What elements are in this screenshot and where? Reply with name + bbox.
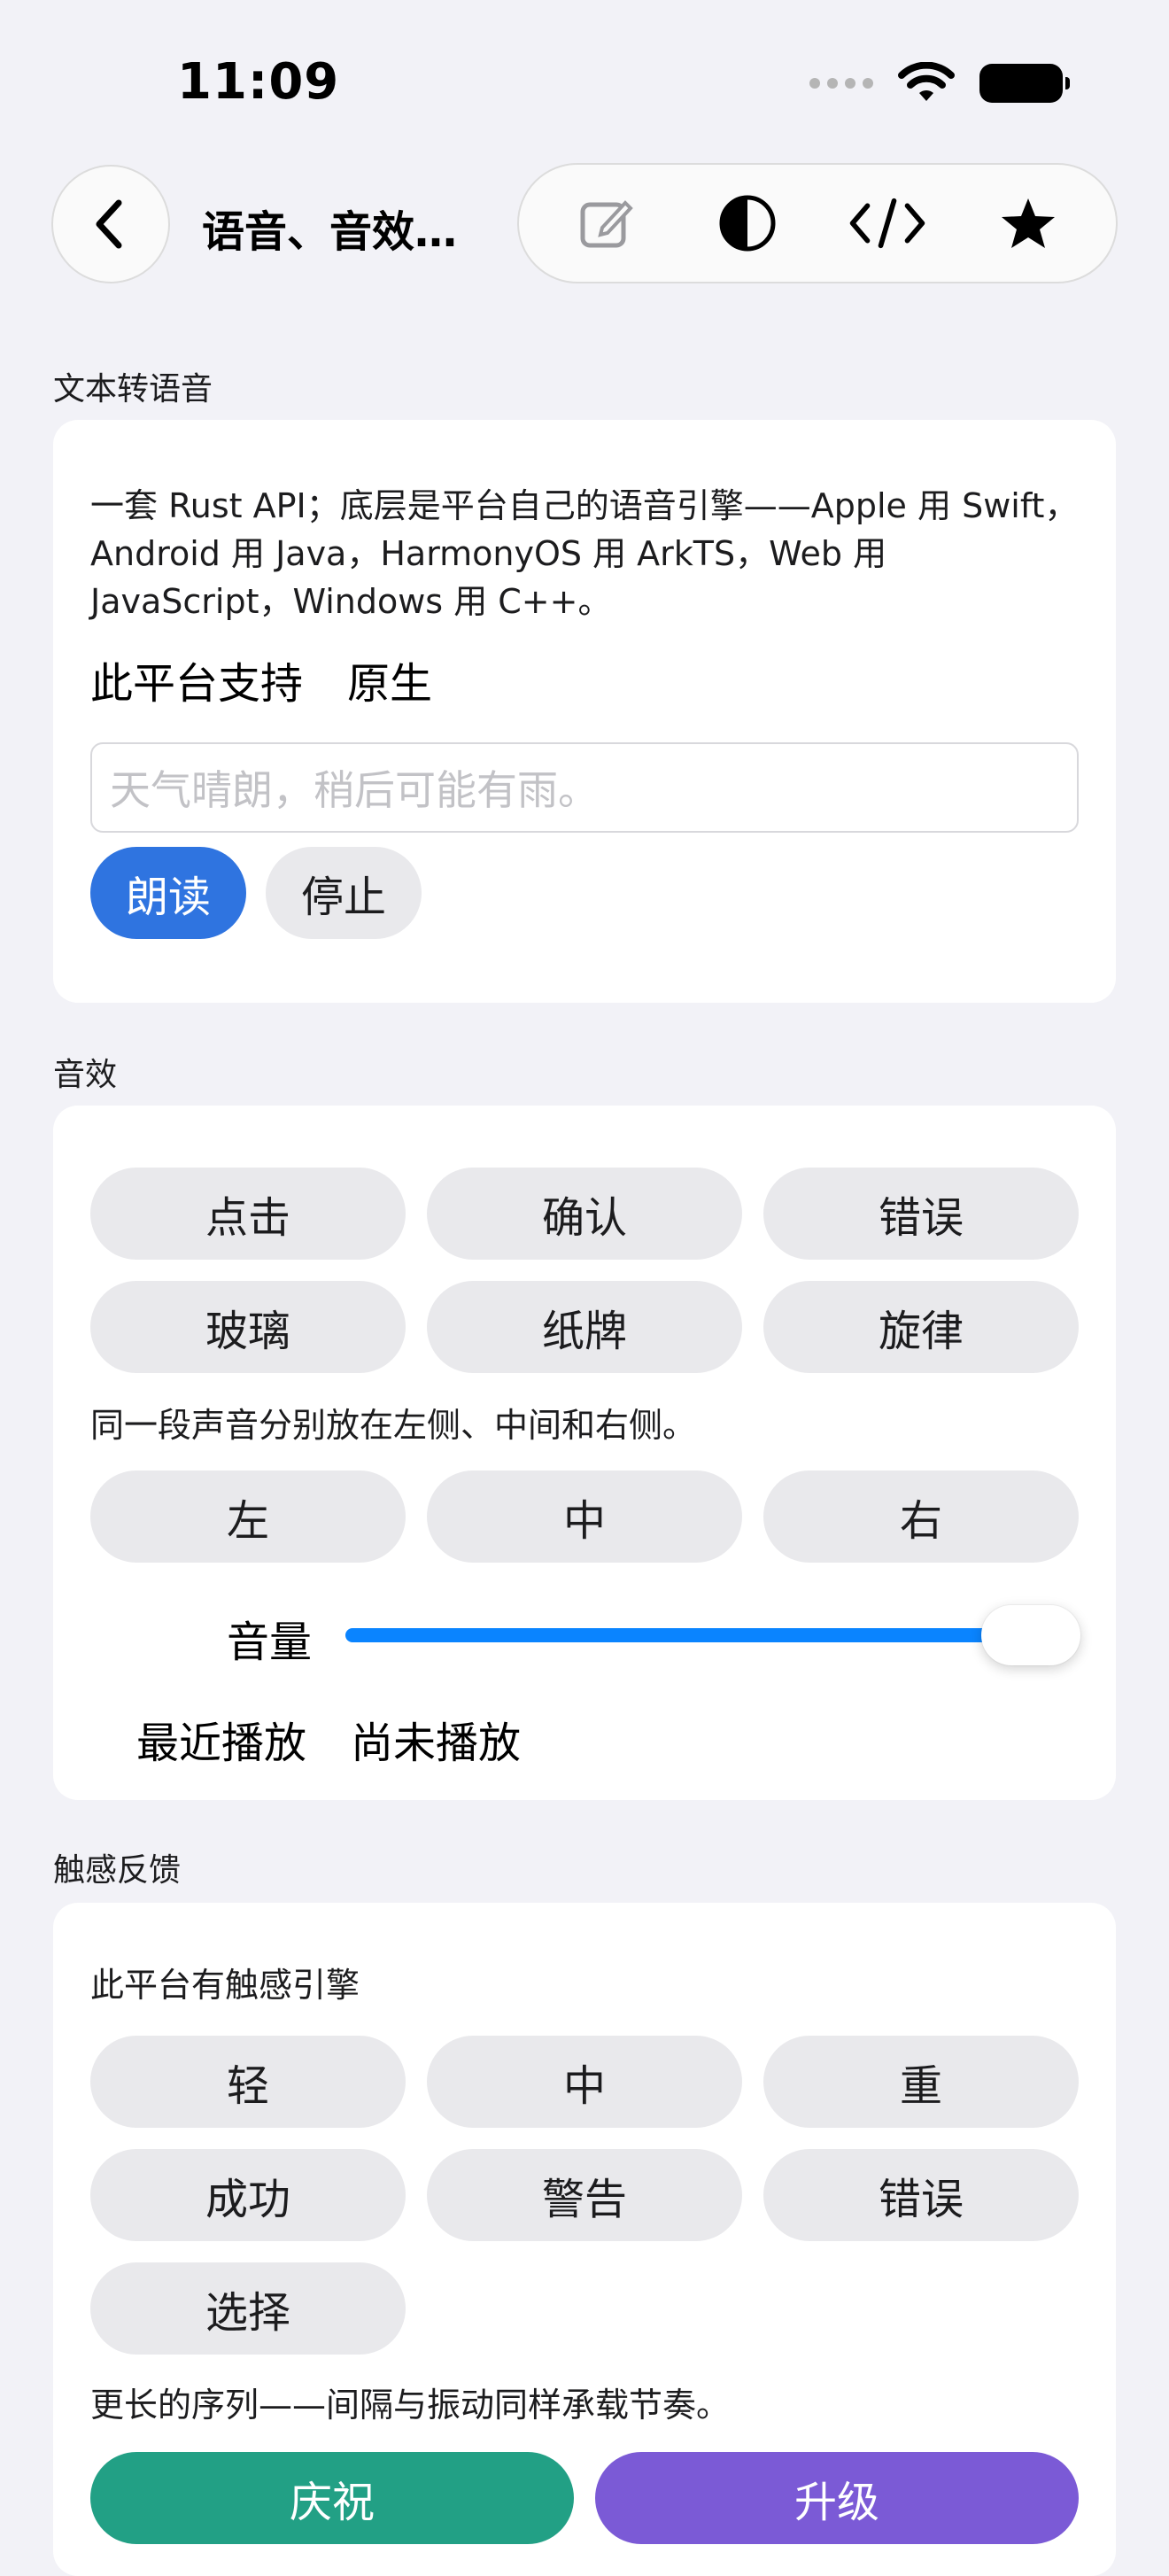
tts-description: 一套 Rust API；底层是平台自己的语音引擎——Apple 用 Swift，…	[90, 486, 1079, 621]
support-label: 此平台支持	[90, 659, 304, 709]
pan-note: 同一段声音分别放在左侧、中间和右侧。	[90, 1406, 697, 1445]
pan-right-button[interactable]: 右	[763, 1470, 1079, 1563]
level-up-button[interactable]: 升级	[595, 2452, 1079, 2544]
sfx-glass-button[interactable]: 玻璃	[90, 1281, 406, 1373]
favorite-button[interactable]	[988, 183, 1068, 263]
tts-card: 一套 Rust API；底层是平台自己的语音引擎——Apple 用 Swift，…	[53, 420, 1116, 1003]
haptic-warning-button[interactable]: 警告	[427, 2149, 742, 2241]
stop-button[interactable]: 停止	[266, 847, 422, 939]
haptic-selection-button[interactable]: 选择	[90, 2262, 406, 2355]
cellular-signal-icon	[809, 78, 873, 89]
recent-value: 尚未播放	[351, 1719, 522, 1768]
sfx-section-label: 音效	[53, 1057, 118, 1093]
source-code-button[interactable]	[848, 183, 927, 263]
haptic-error-button[interactable]: 错误	[763, 2149, 1079, 2241]
sfx-confirm-button[interactable]: 确认	[427, 1168, 742, 1260]
toolbar	[517, 163, 1118, 283]
haptic-success-button[interactable]: 成功	[90, 2149, 406, 2241]
haptic-heavy-button[interactable]: 重	[763, 2036, 1079, 2128]
status-icons	[809, 62, 1070, 105]
haptics-card: 此平台有触感引擎 轻 中 重 成功 警告 错误 选择 更长的序列——间隔与振动同…	[53, 1903, 1116, 2576]
battery-icon	[979, 64, 1070, 103]
haptics-engine-note: 此平台有触感引擎	[90, 1966, 360, 2005]
sfx-click-button[interactable]: 点击	[90, 1168, 406, 1260]
edit-button[interactable]	[567, 183, 646, 263]
support-value: 原生	[347, 659, 433, 709]
pan-left-button[interactable]: 左	[90, 1470, 406, 1563]
haptics-section-label: 触感反馈	[53, 1852, 182, 1889]
page-title: 语音、音效…	[202, 207, 458, 257]
sfx-cards-button[interactable]: 纸牌	[427, 1281, 742, 1373]
edit-icon	[580, 200, 634, 248]
volume-slider[interactable]	[345, 1602, 1080, 1669]
volume-slider-knob[interactable]	[981, 1605, 1080, 1665]
speak-button[interactable]: 朗读	[90, 847, 246, 939]
status-time: 11:09	[177, 53, 340, 111]
pan-center-button[interactable]: 中	[427, 1470, 742, 1563]
haptic-light-button[interactable]: 轻	[90, 2036, 406, 2128]
contrast-icon	[719, 195, 776, 252]
speech-text-input[interactable]: 天气晴朗，稍后可能有雨。	[90, 742, 1079, 833]
volume-slider-fill	[345, 1628, 1031, 1642]
celebrate-button[interactable]: 庆祝	[90, 2452, 574, 2544]
sfx-error-button[interactable]: 错误	[763, 1168, 1079, 1260]
appearance-button[interactable]	[708, 183, 787, 263]
sfx-melody-button[interactable]: 旋律	[763, 1281, 1079, 1373]
tts-section-label: 文本转语音	[53, 371, 213, 407]
recent-label: 最近播放	[136, 1719, 307, 1768]
back-button[interactable]	[51, 165, 170, 283]
haptic-medium-button[interactable]: 中	[427, 2036, 742, 2128]
code-icon	[850, 198, 925, 249]
star-icon	[1001, 198, 1055, 248]
sequence-note: 更长的序列——间隔与振动同样承载节奏。	[90, 2386, 731, 2425]
wifi-icon	[898, 62, 955, 101]
chevron-left-icon	[96, 199, 122, 249]
volume-label: 音量	[227, 1618, 313, 1667]
sfx-card: 点击 确认 错误 玻璃 纸牌 旋律 同一段声音分别放在左侧、中间和右侧。 左 中…	[53, 1106, 1116, 1800]
